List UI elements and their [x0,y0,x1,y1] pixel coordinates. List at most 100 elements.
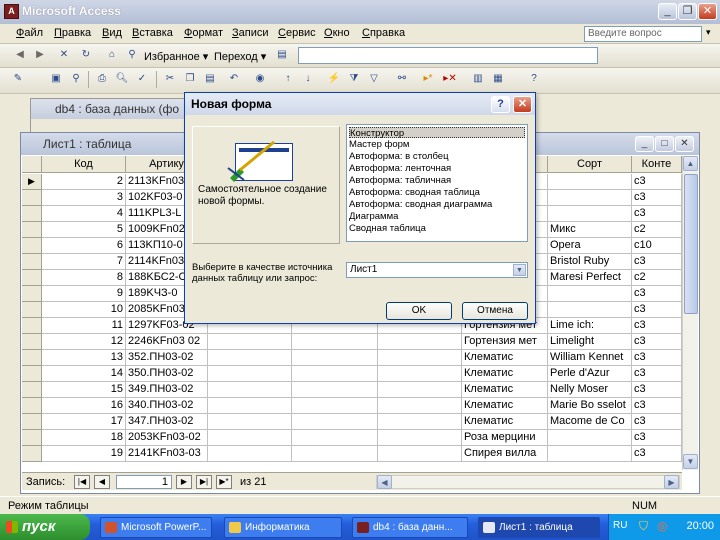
dialog-close-button[interactable]: ✕ [513,96,532,113]
cell-container[interactable]: c3 [632,286,682,302]
column-header-code[interactable]: Код [42,156,126,173]
restore-button[interactable]: ❐ [678,3,697,20]
cell-empty[interactable] [292,366,378,382]
antivirus-icon[interactable]: ◎ [657,519,667,533]
menu-edit[interactable]: Правка [54,27,91,39]
cell-name[interactable]: Роза мерцини [462,430,548,446]
table-close-button[interactable]: ✕ [675,136,694,152]
cell-container[interactable]: c3 [632,334,682,350]
cell-empty[interactable] [378,414,462,430]
favorites-button[interactable]: Избранное ▾ [144,50,208,63]
cell-code[interactable]: 3 [42,190,126,206]
cell-article[interactable]: 349.ПН03-02 [126,382,208,398]
scroll-thumb[interactable] [684,174,698,314]
filter-selection-icon[interactable]: ⚡ [326,71,342,87]
cell-sort[interactable] [548,174,632,190]
row-selector[interactable] [22,286,42,302]
back-icon[interactable]: ◀ [12,47,28,63]
row-selector[interactable] [22,254,42,270]
vertical-scrollbar[interactable]: ▲ ▼ [682,156,698,470]
sort-desc-icon[interactable]: ↓ [300,71,316,87]
row-selector[interactable] [22,430,42,446]
first-record-icon[interactable]: |◀ [74,475,90,489]
menu-records[interactable]: Записи [232,27,269,39]
cell-code[interactable]: 7 [42,254,126,270]
scroll-up-icon[interactable]: ▲ [683,156,698,171]
task-powerpoint[interactable]: Microsoft PowerP... [100,517,212,538]
cell-name[interactable]: Гортензия мет [462,334,548,350]
cell-container[interactable]: c3 [632,398,682,414]
cell-empty[interactable] [378,430,462,446]
row-selector[interactable] [22,238,42,254]
find-icon[interactable]: ⚯ [394,71,410,87]
cell-code[interactable]: 11 [42,318,126,334]
undo-icon[interactable]: ↶ [226,71,242,87]
shield-icon[interactable]: ⛉ [639,519,648,534]
cell-sort[interactable] [548,302,632,318]
cell-name[interactable]: Клематис [462,350,548,366]
cell-empty[interactable] [208,430,292,446]
menu-tools[interactable]: Сервис [278,27,316,39]
cell-empty[interactable] [292,398,378,414]
search-icon[interactable]: ⚲ [124,47,140,63]
option-autoform-tabular[interactable]: Автоформа: ленточная [349,163,451,174]
option-autoform-columnar[interactable]: Автоформа: в столбец [349,151,449,162]
cell-container[interactable]: c3 [632,190,682,206]
cell-article[interactable]: 2246KFn03 02 [126,334,208,350]
cell-code[interactable]: 6 [42,238,126,254]
cell-sort[interactable]: Macome de Co [548,414,632,430]
cell-container[interactable]: c3 [632,206,682,222]
prev-record-icon[interactable]: ◀ [94,475,110,489]
cell-sort[interactable]: Opera [548,238,632,254]
cell-empty[interactable] [378,382,462,398]
ok-button[interactable]: OK [386,302,452,320]
help-question-input[interactable]: Введите вопрос [584,26,702,42]
stop-icon[interactable]: ✕ [56,47,72,63]
cell-empty[interactable] [378,366,462,382]
task-folder[interactable]: Информатика [224,517,342,538]
cell-empty[interactable] [208,350,292,366]
cell-sort[interactable]: Микс [548,222,632,238]
column-header-sort[interactable]: Сорт [548,156,632,173]
cell-code[interactable]: 12 [42,334,126,350]
task-access-db[interactable]: db4 : база данн... [352,517,468,538]
row-selector[interactable] [22,270,42,286]
row-selector[interactable] [22,206,42,222]
cancel-button[interactable]: Отмена [462,302,528,320]
cell-code[interactable]: 8 [42,270,126,286]
scroll-right-icon[interactable]: ▶ [664,475,679,489]
search-file-icon[interactable]: ⚲ [68,71,84,87]
data-source-select[interactable]: Лист1 ▼ [346,262,528,278]
cell-container[interactable]: c3 [632,414,682,430]
cell-container[interactable]: c3 [632,430,682,446]
cell-sort[interactable]: William Kennet [548,350,632,366]
view-icon[interactable]: ✎ [10,71,26,87]
cell-article[interactable]: 350.ПН03-02 [126,366,208,382]
refresh-icon[interactable]: ↻ [78,47,94,63]
cell-empty[interactable] [208,414,292,430]
cell-code[interactable]: 13 [42,350,126,366]
cell-container[interactable]: c3 [632,174,682,190]
language-indicator[interactable]: RU [613,520,627,531]
record-number-input[interactable]: 1 [116,475,172,489]
menu-file[interactable]: Файл [16,27,43,39]
menu-insert[interactable]: Вставка [132,27,173,39]
cell-container[interactable]: c3 [632,254,682,270]
row-selector[interactable] [22,398,42,414]
new-object-icon[interactable]: ▦ [490,71,506,87]
cell-code[interactable]: 15 [42,382,126,398]
last-record-icon[interactable]: ▶| [196,475,212,489]
select-all-corner[interactable] [22,156,42,173]
cell-article[interactable]: 2141KFn03-03 [126,446,208,462]
cell-article[interactable]: 347.ПН03-02 [126,414,208,430]
cell-article[interactable]: 2053KFn03-02 [126,430,208,446]
task-table[interactable]: Лист1 : таблица [478,517,600,538]
copy-icon[interactable]: ❐ [182,71,198,87]
cell-sort[interactable]: Nelly Moser [548,382,632,398]
cell-name[interactable]: Клематис [462,414,548,430]
cell-empty[interactable] [378,398,462,414]
cell-sort[interactable] [548,206,632,222]
minimize-button[interactable]: _ [658,3,677,20]
cell-code[interactable]: 14 [42,366,126,382]
cell-code[interactable]: 2 [42,174,126,190]
